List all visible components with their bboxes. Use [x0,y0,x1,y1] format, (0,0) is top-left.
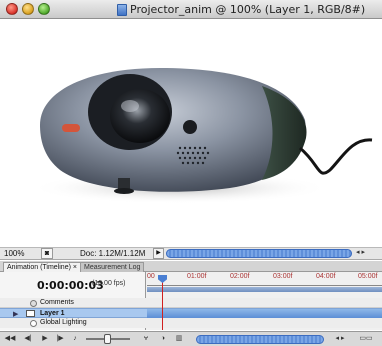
play-icon[interactable]: ▶ [40,334,50,344]
status-menu-icon[interactable]: ◙ [41,248,53,259]
power-cable [299,138,373,175]
ruler-label: 00 [147,273,155,280]
ruler-label: 02:00f [230,273,250,280]
playhead-line [162,276,163,330]
window-titlebar: Projector_anim @ 100% (Layer 1, RGB/8#) [0,0,382,19]
frame-rate: (10.00 fps) [92,280,126,287]
horizontal-scrollbar[interactable] [166,249,352,258]
document-size: Doc: 1.12M/1.12M [80,249,146,258]
ruler-label: 01:00f [187,273,207,280]
panel-tabs: Animation (Timeline) × Measurement Log [0,261,382,272]
document-canvas[interactable] [0,20,382,245]
ruler-label: 05:00f [358,273,378,280]
window-minimize-icon[interactable] [22,3,34,15]
stopwatch-icon[interactable] [30,300,37,307]
timeline-ruler[interactable]: 00 01:00f 02:00f 03:00f 04:00f 05:00f [147,272,382,286]
window-close-icon[interactable] [6,3,18,15]
row-label: Comments [40,299,74,306]
ruler-baseline [147,285,382,286]
tween-icon[interactable]: ⩝ [140,334,152,344]
window-zoom-icon[interactable] [38,3,50,15]
timeline-scrollbar[interactable] [196,335,324,344]
scroll-arrows-icon[interactable]: ◂ ▸ [356,248,365,256]
zoom-level-field[interactable]: 100% [4,249,40,259]
layer-thumbnail-icon [26,310,35,317]
lens [110,89,170,143]
window-title: Projector_anim @ 100% (Layer 1, RGB/8#) [130,3,366,16]
previous-frame-icon[interactable]: ◀| [22,334,34,344]
timeline-row-comments[interactable]: Comments [0,298,382,308]
layer-duration-bar[interactable] [147,309,382,318]
audio-icon[interactable]: ♪ [70,334,80,344]
timeline-panel: 0:00:00:03 (10.00 fps) 00 01:00f 02:00f … [0,272,382,330]
ruler-label: 04:00f [316,273,336,280]
document-icon [117,4,127,16]
first-frame-icon[interactable]: ◀◀ [4,334,16,344]
status-bar: 100% ◙ Doc: 1.12M/1.12M ▶ ◂ ▸ [0,247,382,260]
tab-measurement-log[interactable]: Measurement Log [80,262,145,272]
sensor-dot [183,120,197,134]
tab-animation-timeline[interactable]: Animation (Timeline) × [3,262,81,272]
ruler-label: 03:00f [273,273,293,280]
scroll-arrows-icon[interactable]: ◂ ▸ [330,334,350,344]
panel-options-icon[interactable]: ▭▭ [354,334,378,344]
stopwatch-icon[interactable] [30,320,37,327]
next-frame-icon[interactable]: |▶ [54,334,66,344]
work-area-bar[interactable] [147,287,382,292]
onion-skin-icon[interactable]: ◑ [158,334,168,344]
timeline-toolbar: ◀◀ ◀| ▶ |▶ ♪ ⩝ ◑ ▥ ◂ ▸ ▭▭ [0,331,382,346]
timeline-zoom-knob[interactable] [104,334,111,344]
row-label: Global Lighting [40,319,87,326]
lens-reflection [121,100,139,112]
trash-icon[interactable]: ▥ [174,334,184,344]
timeline-row-global-lighting[interactable]: Global Lighting [0,318,382,328]
expand-triangle-icon[interactable]: ▶ [13,311,18,318]
projector-foot-base [114,188,134,194]
projector-image [30,68,373,204]
power-button [62,124,80,132]
status-arrow-icon[interactable]: ▶ [153,248,164,259]
